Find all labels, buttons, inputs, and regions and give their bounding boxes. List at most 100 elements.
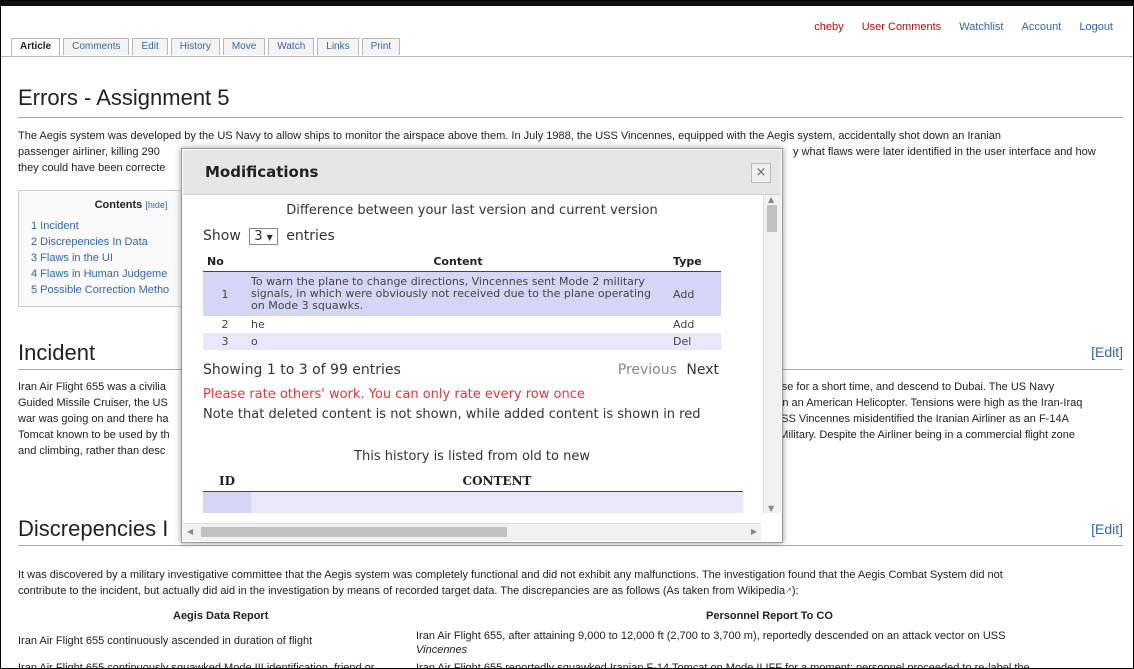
scroll-down-icon[interactable]: ▼: [768, 504, 774, 513]
column-header-no[interactable]: No: [203, 252, 247, 272]
row-no: 3: [203, 333, 247, 350]
incident-line: upon an American Helicopter. Tensions we…: [764, 397, 1083, 409]
table-cell: Iran Air Flight 655 continuously squawke…: [18, 662, 375, 669]
incident-line: cruise for a short time, and descend to …: [764, 381, 1055, 393]
tab-comments[interactable]: Comments: [63, 38, 130, 55]
dialog-body: Difference between your last version and…: [183, 195, 761, 513]
vertical-scrollbar[interactable]: ▲ ▼: [763, 195, 781, 513]
incident-text-left: Iran Air Flight 655 was a civilia Guided…: [18, 379, 170, 459]
row-content: he: [251, 318, 265, 331]
incident-line: Tomcat known to be used by th: [18, 429, 170, 441]
next-button[interactable]: Next: [686, 362, 719, 378]
show-label: Show: [203, 228, 241, 244]
row-type: Del: [669, 333, 721, 350]
incident-line: e USS Vincennes misidentified the Irania…: [764, 413, 1069, 425]
tab-links[interactable]: Links: [317, 38, 359, 55]
page-title: Errors - Assignment 5: [18, 85, 1123, 118]
history-id-cell: [203, 491, 251, 513]
page-tabs: Article Comments Edit History Move Watch…: [11, 38, 403, 56]
entries-label: entries: [286, 228, 335, 244]
discrepencies-text: It was discovered by a military investig…: [18, 567, 1123, 599]
user-link-logout[interactable]: Logout: [1079, 21, 1113, 33]
history-row[interactable]: [203, 491, 743, 513]
table-cell: Iran Air Flight 655 reportedly squawked …: [416, 662, 1030, 669]
entries-select[interactable]: 3 ▼: [249, 228, 278, 245]
dialog-caption: Difference between your last version and…: [286, 203, 658, 218]
section-rule-discrepencies: [18, 545, 1123, 546]
history-table: ID CONTENT: [203, 471, 743, 513]
tab-article[interactable]: Article: [11, 38, 61, 56]
table-cell: Iran Air Flight 655 continuously ascende…: [18, 635, 313, 647]
tab-move[interactable]: Move: [222, 38, 266, 55]
row-content: To warn the plane to change directions, …: [247, 271, 669, 316]
row-no: 1: [203, 271, 247, 316]
user-link-account[interactable]: Account: [1022, 21, 1062, 33]
incident-text-right: cruise for a short time, and descend to …: [764, 379, 1082, 443]
table-cell-line: Iran Air Flight 655, after attaining 9,0…: [416, 630, 1006, 642]
table-header-aegis: Aegis Data Report: [173, 610, 269, 622]
rating-warning: Please rate others' work. You can only r…: [203, 387, 585, 402]
chevron-down-icon: ▼: [266, 233, 273, 242]
toc-hide-link[interactable]: [hide]: [145, 200, 167, 210]
intro-line-1: The Aegis system was developed by the US…: [18, 130, 1002, 142]
intro-line-2-right: y what flaws were later identified in th…: [793, 146, 1096, 158]
tab-watch[interactable]: Watch: [268, 38, 315, 55]
section-title-incident: Incident: [18, 340, 96, 365]
modifications-dialog: Modifications × Difference between your …: [181, 148, 783, 543]
pagination: Previous Next: [618, 362, 719, 378]
table-info: Showing 1 to 3 of 99 entries: [203, 362, 401, 378]
discrepencies-line-2-end: ):: [791, 585, 799, 597]
discrepencies-line-1: It was discovered by a military investig…: [18, 569, 1003, 581]
row-type: Add: [673, 318, 695, 331]
modifications-table: No Content Type 1 To warn the plane to c…: [203, 252, 721, 350]
tab-edit[interactable]: Edit: [132, 38, 168, 55]
previous-button[interactable]: Previous: [618, 362, 677, 378]
scroll-right-icon[interactable]: ▶: [751, 527, 757, 536]
intro-line-2-left: passenger airliner, killing 290: [18, 146, 160, 158]
incident-line: an Military. Despite the Airliner being …: [764, 429, 1075, 441]
external-link-icon[interactable]: ↗: [785, 586, 792, 595]
vertical-scroll-thumb[interactable]: [767, 205, 777, 232]
discrepencies-line-2-text: contribute to the incident, but actually…: [18, 585, 786, 597]
user-link-cheby[interactable]: cheby: [814, 21, 843, 33]
dialog-header: Modifications ×: [183, 150, 781, 195]
browser-frame: cheby User Comments Watchlist Account Lo…: [0, 0, 1134, 669]
table-cell-line: Vincennes: [416, 644, 468, 656]
top-border: [1, 1, 1133, 6]
table-row[interactable]: 2 he Add: [203, 316, 721, 333]
history-content-cell: [251, 491, 743, 513]
section-title-discrepencies: Discrepencies I: [18, 516, 169, 541]
entries-length-control: Show 3 ▼ entries: [203, 228, 335, 245]
user-link-watchlist[interactable]: Watchlist: [959, 21, 1003, 33]
scroll-left-icon[interactable]: ◀: [187, 527, 193, 536]
scroll-up-icon[interactable]: ▲: [768, 195, 774, 204]
table-row[interactable]: 1 To warn the plane to change directions…: [203, 271, 721, 316]
row-type: Add: [669, 271, 721, 316]
column-header-id[interactable]: ID: [203, 471, 251, 492]
table-row[interactable]: 3 o Del: [203, 333, 721, 350]
entries-select-value: 3: [254, 229, 263, 244]
row-content: o: [247, 333, 669, 350]
diff-note: Note that deleted content is not shown, …: [203, 407, 701, 422]
table-header-personnel: Personnel Report To CO: [706, 610, 833, 622]
user-links: cheby User Comments Watchlist Account Lo…: [799, 21, 1113, 33]
edit-link-discrepencies[interactable]: [Edit]: [1091, 521, 1123, 537]
incident-line: war was going on and there ha: [18, 413, 169, 425]
history-order-note: This history is listed from old to new: [354, 449, 590, 464]
horizontal-scrollbar[interactable]: ◀ ▶: [183, 523, 761, 541]
tab-divider: [1, 56, 1133, 57]
column-header-history-content[interactable]: CONTENT: [251, 471, 743, 492]
incident-line: Iran Air Flight 655 was a civilia: [18, 381, 166, 393]
discrepencies-line-2: contribute to the incident, but actually…: [18, 583, 1123, 599]
tab-print[interactable]: Print: [361, 38, 401, 55]
user-link-user-comments[interactable]: User Comments: [862, 21, 941, 33]
table-header-row: No Content Type: [203, 252, 721, 272]
close-icon[interactable]: ×: [751, 163, 771, 183]
toc-heading: Contents: [94, 199, 143, 211]
table-cell: Iran Air Flight 655, after attaining 9,0…: [416, 629, 1005, 657]
horizontal-scroll-thumb[interactable]: [201, 527, 507, 537]
column-header-content[interactable]: Content: [247, 252, 669, 272]
column-header-type[interactable]: Type: [669, 252, 721, 272]
edit-link-incident[interactable]: [Edit]: [1091, 344, 1123, 360]
tab-history[interactable]: History: [170, 38, 220, 55]
